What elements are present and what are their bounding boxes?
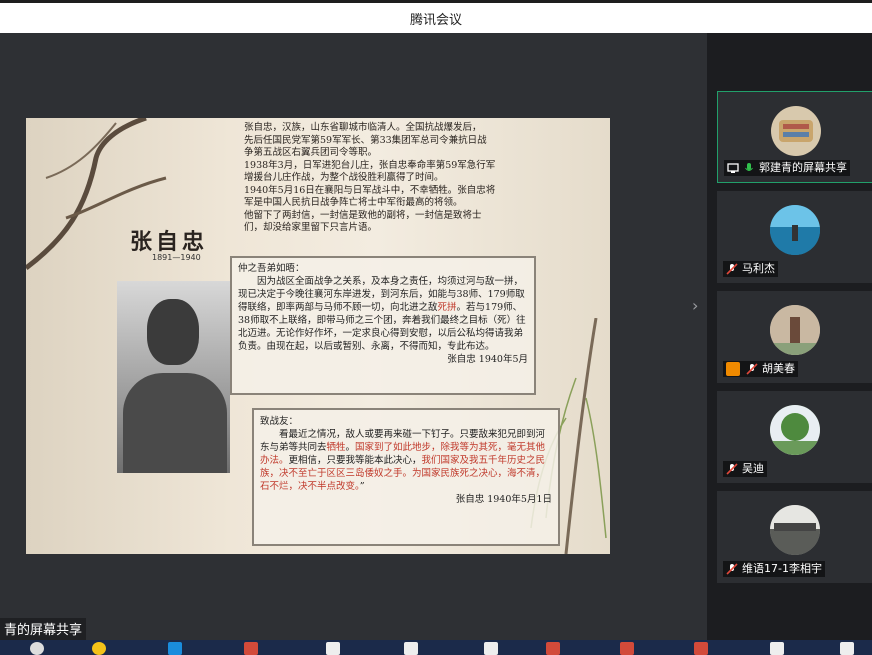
letter1-body: 因为战区全面战争之关系，及本身之责任，均须过河与敌一拼，现已决定于今晚往襄河东岸… — [238, 275, 528, 353]
user-badge-icon — [726, 362, 740, 376]
taskbar-powerpoint-icon[interactable] — [546, 642, 560, 655]
bio-line: 1938年3月，日军进犯台儿庄，张自忠奉命率第59军急行军 — [244, 159, 496, 171]
mic-muted-icon — [726, 563, 738, 575]
letter2-highlight-1: 牺牲 — [326, 442, 346, 453]
taskbar-app-icon[interactable] — [168, 642, 182, 655]
taskbar-document-icon[interactable] — [326, 642, 340, 655]
avatar — [771, 106, 821, 156]
slide-life-dates: 1891—1940 — [152, 253, 201, 262]
taskbar-document-icon[interactable] — [840, 642, 854, 655]
portrait-face — [147, 299, 199, 365]
letter1-greeting: 仲之吾弟如晤： — [238, 263, 305, 274]
bio-line: 他留下了两封信，一封信是致他的副将，一封信是致将士 — [244, 209, 482, 221]
letter2-closing-quote: ” — [359, 481, 365, 492]
avatar-image — [770, 305, 820, 355]
avatar-image — [779, 120, 813, 142]
mic-muted-icon — [726, 263, 738, 275]
participant-tile[interactable]: 吴迪 — [717, 391, 872, 483]
participant-tile[interactable]: 胡美春 — [717, 291, 872, 383]
mic-on-icon — [745, 163, 753, 171]
avatar — [770, 305, 820, 355]
taskbar-app-icon[interactable] — [30, 642, 44, 655]
slide-name-title: 张自忠 — [130, 229, 209, 255]
participant-label: 吴迪 — [723, 461, 767, 477]
letter-to-deputy: 仲之吾弟如晤： 因为战区全面战争之关系，及本身之责任，均须过河与敌一拼，现已决定… — [230, 256, 536, 395]
mic-muted-icon — [746, 363, 758, 375]
participant-name: 胡美春 — [762, 362, 795, 375]
taskbar-document-icon[interactable] — [770, 642, 784, 655]
avatar-image — [770, 505, 820, 555]
avatar-image — [770, 205, 820, 255]
top-strip — [0, 0, 872, 3]
avatar — [770, 505, 820, 555]
bio-line: 们，却没给家里留下只言片语。 — [244, 222, 378, 233]
letter-to-comrades: 致战友： 看最近之情况，敌人或要再来碰一下钉子。只要敌来犯兄即到河东与弟等共同去… — [252, 408, 560, 546]
letter2-greeting: 致战友： — [260, 416, 299, 427]
title-bar: 腾讯会议 — [0, 0, 872, 33]
participant-name: 吴迪 — [742, 462, 764, 475]
os-taskbar — [0, 640, 872, 655]
avatar — [770, 405, 820, 455]
letter2-body: 看最近之情况，敌人或要再来碰一下钉子。只要敌来犯兄即到河东与弟等共同去牺牲。国家… — [260, 428, 552, 493]
participant-label: 胡美春 — [723, 361, 798, 377]
portrait-photo — [117, 281, 230, 473]
taskbar-powerpoint-icon[interactable] — [244, 642, 258, 655]
window-title: 腾讯会议 — [409, 13, 462, 28]
letter1-signature: 张自忠 1940年5月 — [447, 354, 528, 365]
avatar-image — [770, 405, 820, 455]
presentation-slide: 张自忠 1891—1940 张自忠，汉族，山东省聊城市临清人。全国抗战爆发后， … — [26, 118, 610, 554]
letter2-body-text-3: 更相信，只要我等能本此决心， — [288, 455, 422, 466]
participant-name: 维语17-1李相宇 — [742, 562, 822, 575]
participant-tile[interactable]: 郭建青的屏幕共享 — [717, 91, 872, 183]
taskbar-powerpoint-icon[interactable] — [620, 642, 634, 655]
mic-muted-icon — [726, 463, 738, 475]
portrait-uniform — [123, 373, 227, 473]
avatar — [770, 205, 820, 255]
screen-share-label: 青的屏幕共享 — [0, 618, 87, 640]
bio-line: 争第五战区右翼兵团司令等职。 — [244, 147, 378, 158]
letter1-highlight: 死拼 — [437, 302, 457, 313]
participant-name: 马利杰 — [742, 262, 775, 275]
participant-label: 郭建青的屏幕共享 — [724, 160, 850, 176]
participant-sidebar: 郭建青的屏幕共享 马利杰 胡美春 吴迪 维语17-1李相宇 — [707, 33, 872, 640]
participant-label: 马利杰 — [723, 261, 778, 277]
bio-line: 军是中国人民抗日战争阵亡将士中军衔最高的将领。 — [244, 197, 463, 208]
chevron-right-icon[interactable]: › — [692, 296, 698, 315]
taskbar-powerpoint-icon[interactable] — [694, 642, 708, 655]
bio-line: 张自忠，汉族，山东省聊城市临清人。全国抗战爆发后， — [244, 122, 482, 133]
letter2-signature: 张自忠 1940年5月1日 — [455, 494, 552, 505]
taskbar-app-icon[interactable] — [92, 642, 106, 655]
taskbar-document-icon[interactable] — [404, 642, 418, 655]
participant-tile[interactable]: 马利杰 — [717, 191, 872, 283]
letter2-body-text-2: 。 — [345, 442, 356, 453]
participant-tile[interactable]: 维语17-1李相宇 — [717, 491, 872, 583]
bio-line: 先后任国民党军第59军军长、第33集团军总司令兼抗日战 — [244, 134, 487, 146]
participant-label: 维语17-1李相宇 — [723, 561, 825, 577]
biography-text: 张自忠，汉族，山东省聊城市临清人。全国抗战爆发后， 先后任国民党军第59军军长、… — [244, 122, 544, 235]
screen-share-icon — [727, 163, 739, 173]
taskbar-document-icon[interactable] — [484, 642, 498, 655]
bio-line: 1940年5月16日在襄阳与日军战斗中，不幸牺牲。张自忠将 — [244, 184, 496, 196]
shared-screen-stage[interactable]: 张自忠 1891—1940 张自忠，汉族，山东省聊城市临清人。全国抗战爆发后， … — [0, 33, 707, 640]
participant-name: 郭建青的屏幕共享 — [759, 161, 847, 174]
bio-line: 增援台儿庄作战，为整个战役胜利赢得了时间。 — [244, 172, 444, 183]
